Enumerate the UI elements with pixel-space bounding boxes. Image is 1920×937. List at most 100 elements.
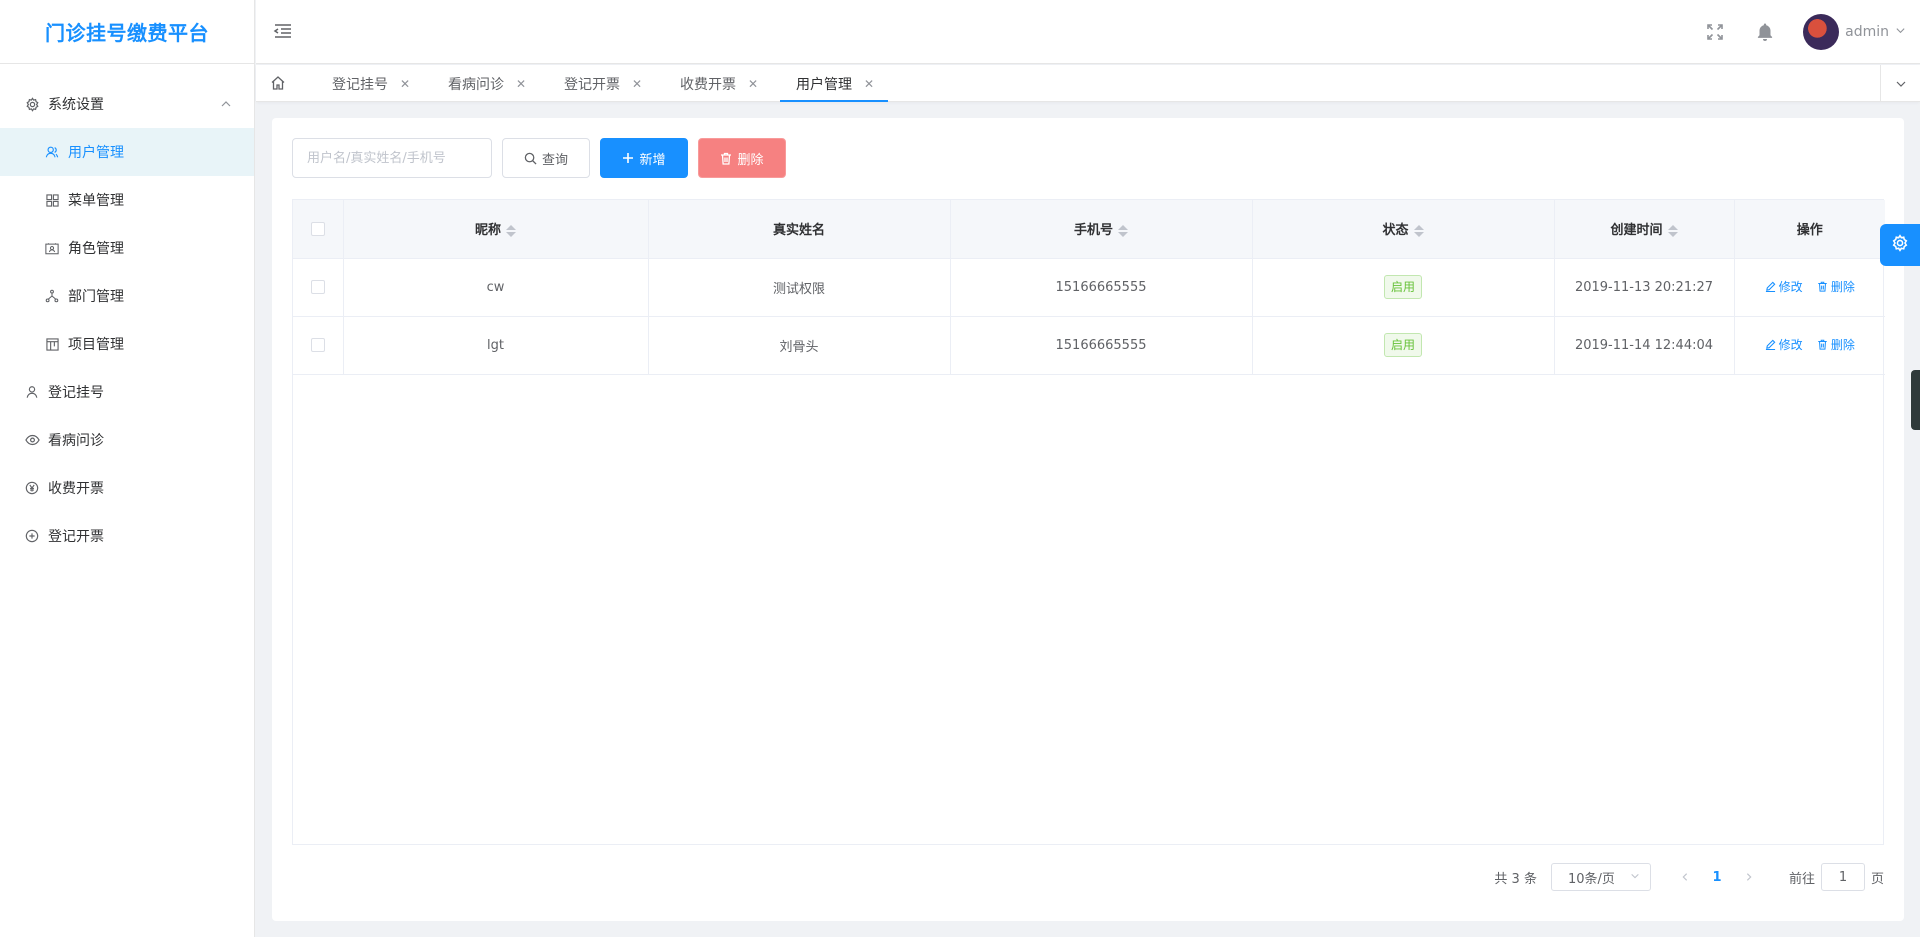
tab-label: 看病问诊 [448,76,504,93]
header-select-all[interactable] [293,200,344,259]
tab-user-management[interactable]: 用户管理 ✕ [779,65,889,102]
col-header-phone[interactable]: 手机号 [950,200,1253,259]
page-size-select[interactable]: 10条/页 [1550,863,1651,891]
sidebar-item-label: 用户管理 [68,145,124,161]
sort-icon[interactable] [1413,224,1424,238]
yen-icon [24,480,40,496]
grid-icon [44,192,60,208]
edit-link[interactable]: 修改 [1765,278,1803,295]
search-input[interactable] [292,138,492,178]
sidebar-item-label: 登记开票 [48,529,104,545]
toolbar: 查询 新增 删除 [292,138,786,178]
sidebar-item-project-management[interactable]: 项目管理 [0,320,254,368]
row-select-cell[interactable] [293,258,344,317]
trash-icon [1817,339,1828,350]
sidebar-item-label: 看病问诊 [48,433,104,449]
close-icon[interactable]: ✕ [516,77,526,91]
search-icon [524,152,537,165]
sidebar-item-consultation[interactable]: 看病问诊 [0,416,254,464]
sidebar-item-register-invoice[interactable]: 登记开票 [0,512,254,560]
tab-registration[interactable]: 登记挂号 ✕ [332,65,410,102]
top-header: admin [256,0,1920,64]
avatar[interactable] [1803,14,1840,50]
user-group-icon [44,144,60,160]
pagination-total: 共 3 条 [1494,871,1537,887]
board-icon [44,336,60,352]
row-delete-link[interactable]: 删除 [1817,278,1855,295]
page-number[interactable]: 1 [1699,863,1735,891]
row-checkbox[interactable] [310,280,325,294]
sidebar-item-billing[interactable]: 收费开票 [0,464,254,512]
sort-icon[interactable] [1118,224,1128,238]
sidebar-item-label: 系统设置 [48,97,104,113]
col-header-real-name: 真实姓名 [648,200,951,259]
tabs-dropdown-icon[interactable] [1880,65,1920,102]
tab-label: 登记挂号 [332,76,388,93]
sidebar-item-department-management[interactable]: 部门管理 [0,272,254,320]
delete-button[interactable]: 删除 [698,138,786,178]
cell-created: 2019-11-13 20:21:27 [1554,258,1735,317]
bell-icon[interactable] [1753,20,1777,44]
app-logo-title[interactable]: 门诊挂号缴费平台 [0,0,254,64]
trash-icon [1817,281,1828,292]
content-card: 查询 新增 删除 [272,118,1904,921]
tab-label: 收费开票 [680,76,736,93]
close-icon[interactable]: ✕ [400,77,410,91]
menu-collapse-icon[interactable] [272,20,296,44]
tab-billing[interactable]: 收费开票 ✕ [680,65,758,102]
home-icon[interactable] [270,75,288,93]
status-badge: 启用 [1383,333,1422,357]
add-button[interactable]: 新增 [600,138,688,178]
page-jumper: 前往 页 [1789,863,1884,891]
sidebar-item-label: 菜单管理 [68,193,124,209]
col-header-nickname[interactable]: 昵称 [343,200,649,259]
query-button[interactable]: 查询 [502,138,590,178]
status-badge: 启用 [1383,275,1422,299]
row-checkbox[interactable] [310,338,325,352]
cell-actions: 修改 删除 [1734,316,1885,375]
chevron-down-icon[interactable] [1895,24,1906,40]
edit-icon [1765,339,1776,350]
sidebar-item-label: 收费开票 [48,481,104,497]
select-all-checkbox[interactable] [310,221,325,236]
query-button-label: 查询 [541,152,568,168]
settings-float-button[interactable] [1880,224,1920,266]
cell-created: 2019-11-14 12:44:04 [1554,316,1735,375]
close-icon[interactable]: ✕ [748,77,758,91]
cell-phone: 15166665555 [950,316,1253,375]
cell-status: 启用 [1252,316,1555,375]
sidebar-item-registration[interactable]: 登记挂号 [0,368,254,416]
cell-nickname: cw [343,258,649,317]
sidebar-item-system-settings[interactable]: 系统设置 [0,80,254,128]
user-name[interactable]: admin [1845,24,1889,40]
sidebar-item-user-management[interactable]: 用户管理 [0,128,254,176]
tab-consultation[interactable]: 看病问诊 ✕ [448,65,526,102]
row-select-cell[interactable] [293,316,344,375]
tab-register-invoice[interactable]: 登记开票 ✕ [564,65,642,102]
edit-link[interactable]: 修改 [1765,336,1803,353]
pagination: 共 3 条 10条/页 1 前往 页 [1494,862,1884,892]
col-header-created[interactable]: 创建时间 [1554,200,1735,259]
cell-real-name: 刘骨头 [648,316,951,375]
col-header-status[interactable]: 状态 [1252,200,1555,259]
side-menu: 系统设置 用户管理 菜单管理 角色管理 部门管理 项目管理 登记挂号 看病问诊 … [0,64,254,560]
fullscreen-icon[interactable] [1703,20,1727,44]
close-icon[interactable]: ✕ [864,77,874,91]
sort-icon[interactable] [506,224,516,238]
edge-drawer-handle[interactable] [1911,370,1920,430]
trash-icon [720,152,732,165]
user-icon [24,384,40,400]
cell-real-name: 测试权限 [648,258,951,317]
sidebar-item-role-management[interactable]: 角色管理 [0,224,254,272]
prev-page-button[interactable] [1671,863,1699,891]
next-page-button[interactable] [1735,863,1763,891]
sidebar: 门诊挂号缴费平台 系统设置 用户管理 菜单管理 角色管理 部门管理 项目管理 登… [0,0,255,937]
row-delete-link[interactable]: 删除 [1817,336,1855,353]
user-table: 昵称 真实姓名 手机号 状态 创建时间 操作 cw 测试权限 151666655… [292,199,1885,845]
cell-phone: 15166665555 [950,258,1253,317]
sidebar-item-menu-management[interactable]: 菜单管理 [0,176,254,224]
close-icon[interactable]: ✕ [632,77,642,91]
plus-icon [622,152,634,164]
sort-icon[interactable] [1667,224,1678,238]
page-jump-input[interactable] [1820,863,1865,891]
